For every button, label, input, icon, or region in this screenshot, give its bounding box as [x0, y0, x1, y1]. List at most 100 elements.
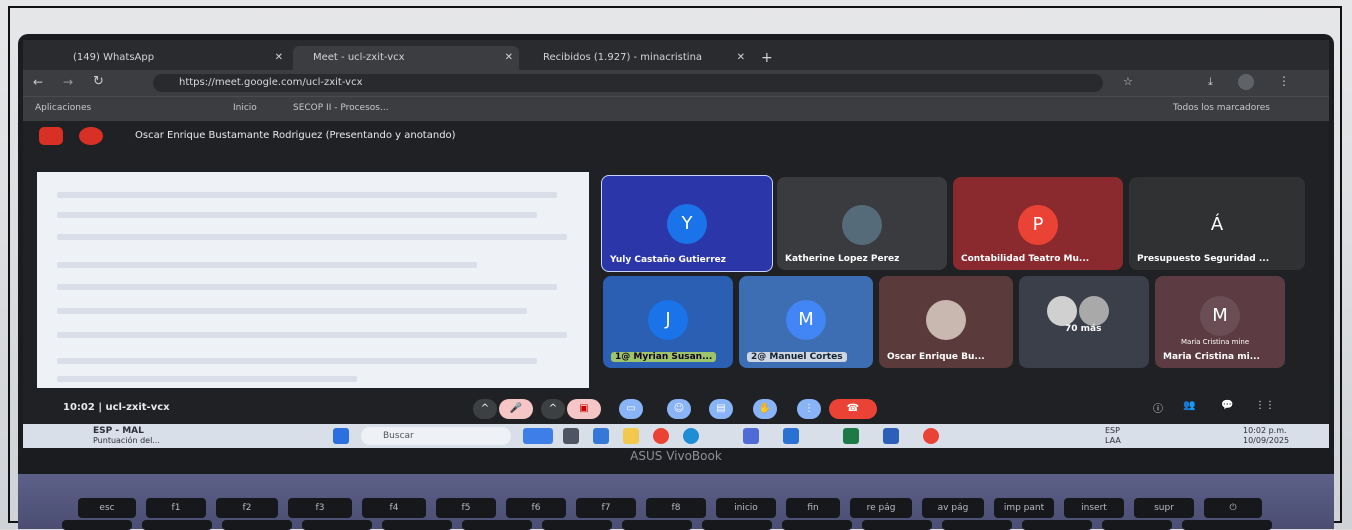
badge: 2@ — [751, 352, 767, 362]
star-icon[interactable]: ☆ — [1123, 75, 1133, 88]
avatar: Y — [667, 204, 707, 244]
clock-time[interactable]: 10:02 p.m. — [1243, 426, 1287, 435]
weather-label: ESP - MAL — [93, 426, 144, 436]
bookmark-inicio[interactable]: Inicio — [233, 103, 257, 113]
avatar[interactable] — [1238, 74, 1254, 90]
info-icon[interactable]: ⓘ — [1153, 400, 1163, 415]
key-f1: f1 — [146, 498, 206, 518]
key-f5: f5 — [436, 498, 496, 518]
participant-subtitle: Maria Cristina mine — [1181, 338, 1250, 346]
participant-name: Katherine Lopez Perez — [785, 254, 900, 264]
lang-label-2[interactable]: LAA — [1105, 436, 1121, 445]
participant-tile[interactable]: M 2@ Manuel Cortes — [739, 276, 873, 368]
lang-label[interactable]: ESP — [1105, 426, 1120, 435]
search-input[interactable]: Buscar — [361, 427, 511, 445]
raise-hand-icon[interactable]: ✋ — [753, 399, 777, 419]
form-row — [57, 234, 567, 240]
present-screen-icon[interactable]: ▤ — [709, 399, 733, 419]
form-row — [57, 308, 527, 314]
windows-start-icon[interactable] — [333, 428, 349, 444]
clock-date[interactable]: 10/09/2025 — [1243, 436, 1289, 445]
mic-off-icon[interactable]: 🎤 — [499, 399, 533, 419]
tab-label: Meet - ucl-zxit-vcx — [313, 52, 405, 63]
key-re-pag: re pág — [850, 498, 912, 518]
tab-whatsapp[interactable]: (149) WhatsApp ✕ — [53, 46, 289, 70]
participant-tile[interactable]: Á Presupuesto Seguridad ... — [1129, 177, 1305, 270]
meet-controls: 10:02 | ucl-zxit-vcx ^ 🎤 ^ ▣ ▭ ☺ ▤ ✋ ⋮ ☎… — [23, 394, 1329, 424]
avatar: Á — [1197, 205, 1237, 245]
word-icon[interactable] — [883, 428, 899, 444]
folder-icon[interactable] — [623, 428, 639, 444]
avatar — [1079, 296, 1109, 326]
participant-tile[interactable]: J 1@ Myrian Susan... — [603, 276, 733, 368]
key-f8: f8 — [646, 498, 706, 518]
record-icon[interactable] — [79, 127, 103, 145]
form-row — [57, 358, 537, 364]
tab-meet[interactable]: Meet - ucl-zxit-vcx ✕ — [293, 46, 519, 70]
mic-options-icon[interactable]: ^ — [473, 399, 497, 419]
app-icon[interactable] — [593, 428, 609, 444]
bookmark-apps[interactable]: Aplicaciones — [35, 103, 91, 113]
close-icon[interactable]: ✕ — [737, 46, 745, 70]
back-icon[interactable]: ← — [33, 75, 43, 89]
meeting-code: 10:02 | ucl-zxit-vcx — [63, 402, 170, 413]
captions-icon[interactable]: ▭ — [619, 399, 643, 419]
menu-icon[interactable]: ⋮ — [1278, 74, 1290, 88]
badge: 1@ — [615, 352, 631, 362]
mail-icon[interactable] — [783, 428, 799, 444]
end-call-button[interactable]: ☎ — [829, 399, 877, 419]
people-icon[interactable]: 👥 — [1183, 400, 1195, 411]
forward-icon[interactable]: → — [63, 75, 73, 89]
teams-icon[interactable] — [743, 428, 759, 444]
emoji-icon[interactable]: ☺ — [667, 399, 691, 419]
key-supr: supr — [1134, 498, 1194, 518]
key-insert: insert — [1064, 498, 1124, 518]
more-options-icon[interactable]: ⋮ — [797, 399, 821, 419]
avatar: P — [1018, 205, 1058, 245]
edge-icon[interactable] — [683, 428, 699, 444]
participant-name: 70 más — [1065, 324, 1102, 334]
avatar: J — [648, 300, 688, 340]
chrome-icon[interactable] — [923, 428, 939, 444]
tab-gmail[interactable]: Recibidos (1.927) - minacristina ✕ — [523, 46, 751, 70]
form-row — [57, 262, 477, 268]
participant-tile[interactable]: M Maria Cristina mine Maria Cristina mi.… — [1155, 276, 1285, 368]
download-icon[interactable]: ⤓ — [1208, 75, 1213, 89]
chat-icon[interactable]: 💬 — [1221, 400, 1233, 411]
present-icon[interactable] — [39, 127, 63, 145]
form-row — [57, 332, 567, 338]
weather-sub: Puntuación del... — [93, 436, 160, 445]
address-bar[interactable]: https://meet.google.com/ucl-zxit-vcx — [153, 74, 1103, 92]
bookmark-secop[interactable]: SECOP II - Procesos... — [293, 103, 389, 113]
participant-name: 2@ Manuel Cortes — [747, 352, 847, 362]
participant-tile[interactable]: Y Yuly Castaño Gutierrez — [601, 175, 773, 272]
all-bookmarks[interactable]: Todos los marcadores — [1173, 103, 1270, 113]
app-icon[interactable] — [523, 428, 553, 444]
participant-tile[interactable]: Katherine Lopez Perez — [777, 177, 947, 270]
key-f2: f2 — [216, 498, 278, 518]
omnibox-row: ← → ↻ https://meet.google.com/ucl-zxit-v… — [23, 70, 1329, 96]
participant-tile[interactable]: P Contabilidad Teatro Mu... — [953, 177, 1123, 270]
participant-name: Yuly Castaño Gutierrez — [610, 255, 726, 265]
key-av-pag: av pág — [922, 498, 984, 518]
new-tab-button[interactable]: + — [755, 46, 779, 70]
avatar — [926, 300, 966, 340]
camera-options-icon[interactable]: ^ — [541, 399, 565, 419]
file-icon[interactable] — [563, 428, 579, 444]
meet-header: Oscar Enrique Bustamante Rodriguez (Pres… — [23, 122, 1329, 150]
key-f4: f4 — [362, 498, 426, 518]
participant-name: 1@ Myrian Susan... — [611, 352, 717, 362]
more-participants-tile[interactable]: 70 más — [1019, 276, 1149, 368]
tab-label: (149) WhatsApp — [73, 52, 155, 63]
participant-name-text: Manuel Cortes — [769, 352, 843, 362]
key-f3: f3 — [288, 498, 352, 518]
close-icon[interactable]: ✕ — [275, 46, 283, 70]
avatar: M — [786, 300, 826, 340]
excel-icon[interactable] — [843, 428, 859, 444]
chrome-icon[interactable] — [653, 428, 669, 444]
camera-off-icon[interactable]: ▣ — [567, 399, 601, 419]
participant-tile[interactable]: Oscar Enrique Bu... — [879, 276, 1013, 368]
close-icon[interactable]: ✕ — [505, 46, 513, 70]
activities-icon[interactable]: ⋮⋮ — [1255, 400, 1275, 411]
reload-icon[interactable]: ↻ — [93, 74, 104, 89]
